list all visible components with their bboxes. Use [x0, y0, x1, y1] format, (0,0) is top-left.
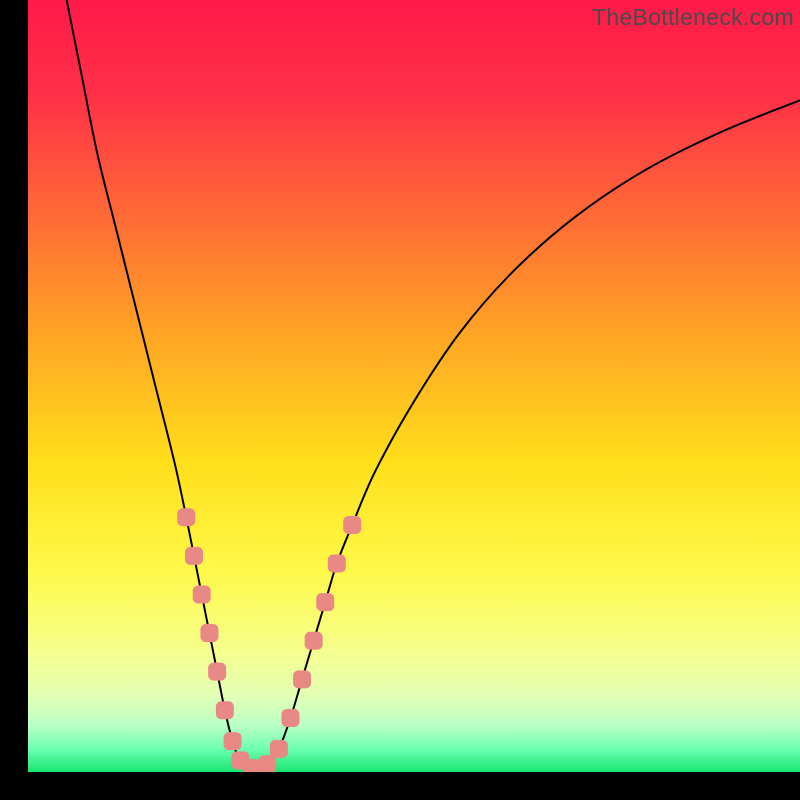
chart-frame: TheBottleneck.com — [28, 0, 800, 772]
data-marker — [224, 732, 242, 750]
chart-svg — [28, 0, 800, 772]
data-marker — [316, 593, 334, 611]
data-marker — [305, 632, 323, 650]
data-marker — [193, 585, 211, 603]
data-marker — [216, 701, 234, 719]
data-marker — [270, 740, 288, 758]
data-marker — [185, 547, 203, 565]
chart-background — [28, 0, 800, 772]
data-marker — [243, 759, 261, 772]
data-marker — [343, 516, 361, 534]
data-marker — [258, 755, 276, 772]
data-marker — [177, 508, 195, 526]
data-marker — [328, 555, 346, 573]
data-marker — [293, 670, 311, 688]
data-marker — [208, 663, 226, 681]
data-marker — [200, 624, 218, 642]
watermark-text: TheBottleneck.com — [592, 4, 794, 31]
data-marker — [281, 709, 299, 727]
